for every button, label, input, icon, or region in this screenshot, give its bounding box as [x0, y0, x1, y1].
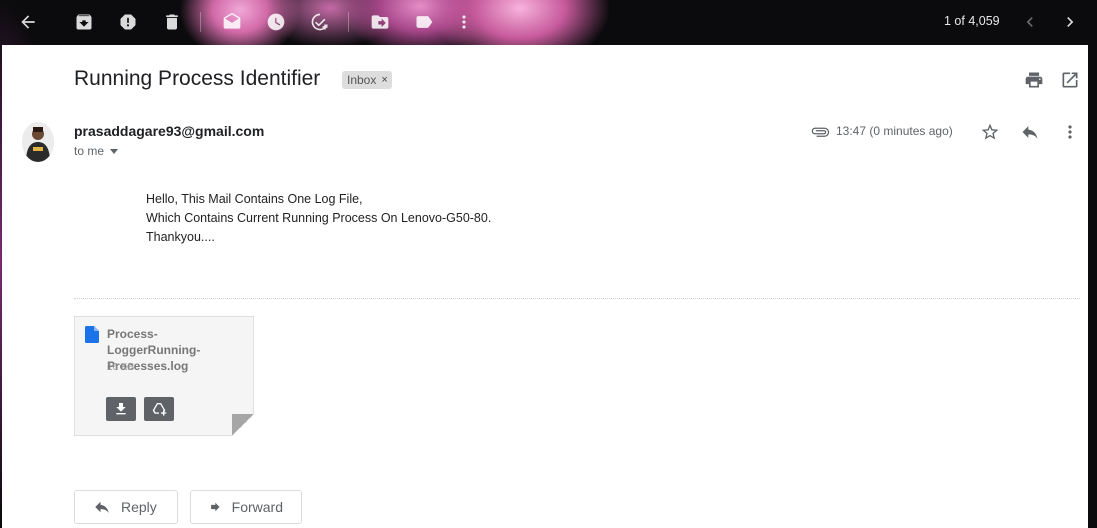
attachment-corner-cover — [232, 414, 254, 436]
print-icon[interactable] — [1024, 70, 1044, 90]
conversation-counter: 1 of 4,059 — [944, 14, 1000, 28]
file-icon — [85, 326, 99, 343]
recipient-details[interactable]: to me — [74, 144, 119, 158]
toolbar-separator — [348, 12, 349, 32]
recipient-text: to me — [74, 144, 105, 158]
attachment-card[interactable]: Process-LoggerRunning-Processes.log 16 K… — [74, 316, 254, 436]
newer-chevron-left-icon[interactable] — [1018, 10, 1042, 34]
attachments-divider — [74, 298, 1080, 299]
sender-avatar[interactable] — [22, 122, 54, 162]
toolbar: 1 of 4,059 — [0, 0, 1097, 44]
message-panel: Running Process Identifier Inbox × prasa… — [2, 45, 1088, 528]
message-body: Hello, This Mail Contains One Log File, … — [146, 190, 491, 247]
message-time: 13:47 (0 minutes ago) — [836, 124, 953, 138]
open-in-new-window-icon[interactable] — [1060, 70, 1080, 90]
report-spam-icon[interactable] — [116, 10, 140, 34]
delete-icon[interactable] — [160, 10, 184, 34]
forward-label: Forward — [231, 499, 283, 515]
move-to-icon[interactable] — [368, 10, 392, 34]
attachment-size: 16 KB — [107, 362, 135, 373]
older-chevron-right-icon[interactable] — [1058, 10, 1082, 34]
label-icon[interactable] — [412, 10, 436, 34]
remove-label-icon[interactable]: × — [381, 74, 387, 86]
message-subject: Running Process Identifier — [74, 67, 321, 90]
inbox-label-chip[interactable]: Inbox × — [342, 71, 392, 89]
download-button[interactable] — [106, 397, 136, 421]
reply-label: Reply — [121, 499, 157, 515]
reply-icon[interactable] — [1020, 122, 1040, 142]
snooze-clock-icon[interactable] — [264, 10, 288, 34]
more-options-icon[interactable] — [1060, 122, 1080, 142]
body-line: Which Contains Current Running Process O… — [146, 211, 492, 225]
forward-button[interactable]: Forward — [190, 490, 302, 524]
reply-button[interactable]: Reply — [74, 490, 178, 524]
caret-down-icon[interactable] — [110, 149, 119, 154]
star-icon[interactable] — [980, 122, 1000, 142]
more-vert-icon[interactable] — [452, 10, 476, 34]
archive-icon[interactable] — [72, 10, 96, 34]
body-line: Thankyou.... — [146, 230, 215, 244]
add-to-tasks-icon[interactable] — [308, 10, 332, 34]
download-icon — [116, 403, 126, 415]
mark-unread-icon[interactable] — [220, 10, 244, 34]
inbox-label-text: Inbox — [347, 73, 377, 87]
attachment-paperclip-icon — [811, 127, 830, 137]
back-arrow-icon[interactable] — [16, 10, 40, 34]
drive-add-icon — [152, 403, 167, 416]
sender-email[interactable]: prasaddagare93@gmail.com — [74, 123, 264, 139]
forward-arrow-icon — [211, 502, 220, 512]
reply-arrow-icon — [95, 501, 109, 513]
body-line: Hello, This Mail Contains One Log File, — [146, 192, 363, 206]
save-to-drive-button[interactable] — [144, 397, 174, 421]
message-meta: 13:47 (0 minutes ago) — [810, 124, 953, 138]
toolbar-separator — [200, 12, 201, 32]
